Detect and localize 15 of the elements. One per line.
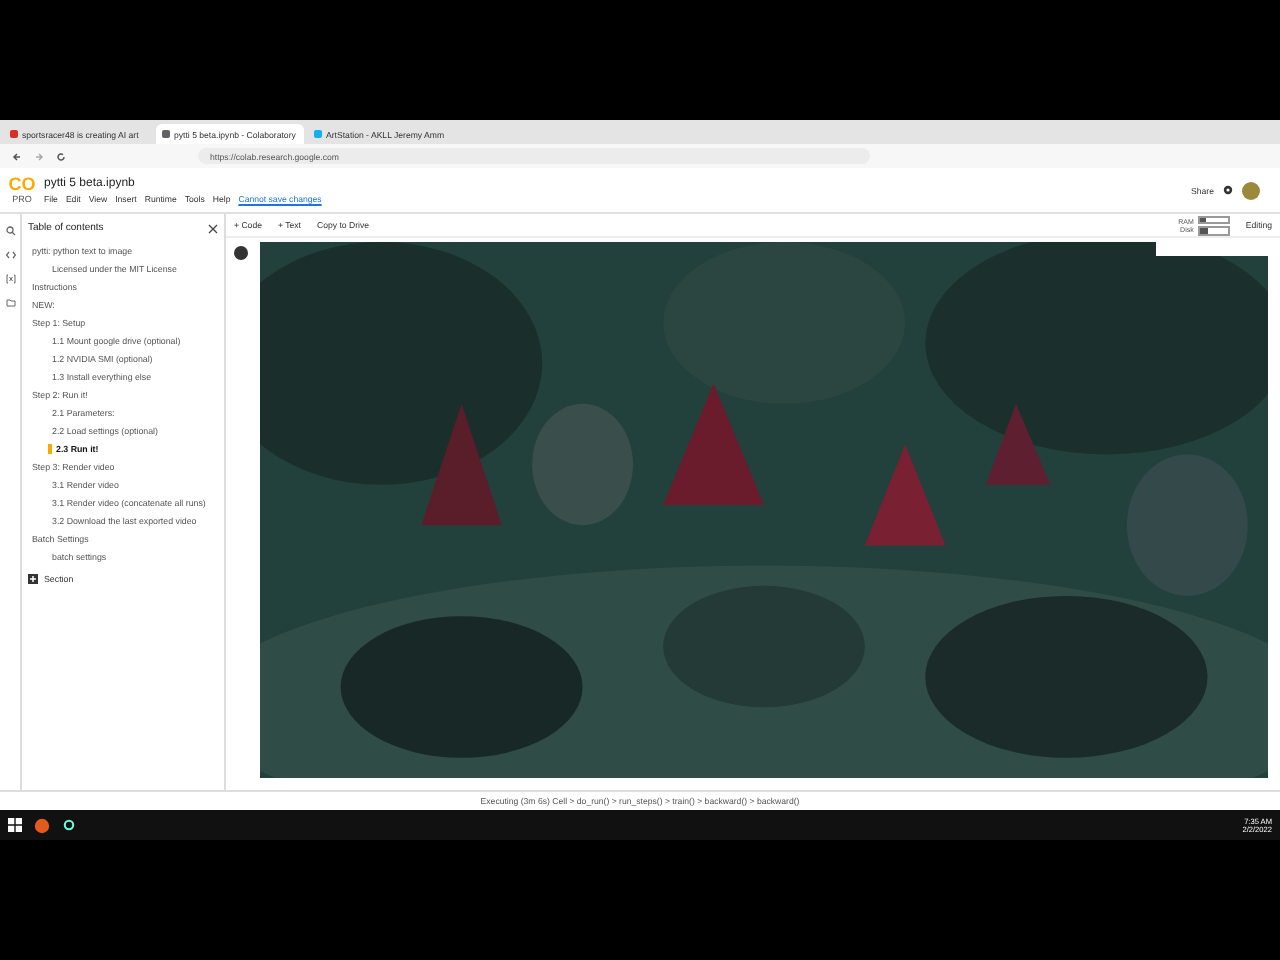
reload-icon[interactable]	[56, 151, 66, 161]
code-icon[interactable]	[5, 250, 15, 260]
plus-icon	[28, 574, 38, 584]
close-icon[interactable]	[208, 223, 218, 233]
app-icon[interactable]	[62, 818, 76, 832]
windows-icon[interactable]	[8, 818, 22, 832]
back-icon[interactable]	[12, 151, 22, 161]
avatar[interactable]	[1242, 181, 1260, 199]
folder-icon[interactable]	[5, 298, 15, 308]
stop-icon[interactable]	[234, 246, 248, 260]
browser-icon[interactable]	[34, 817, 50, 833]
settings-icon[interactable]	[1222, 184, 1234, 196]
colab-logo: CO	[8, 176, 36, 194]
variables-icon[interactable]	[5, 274, 15, 284]
search-icon[interactable]	[5, 226, 15, 236]
